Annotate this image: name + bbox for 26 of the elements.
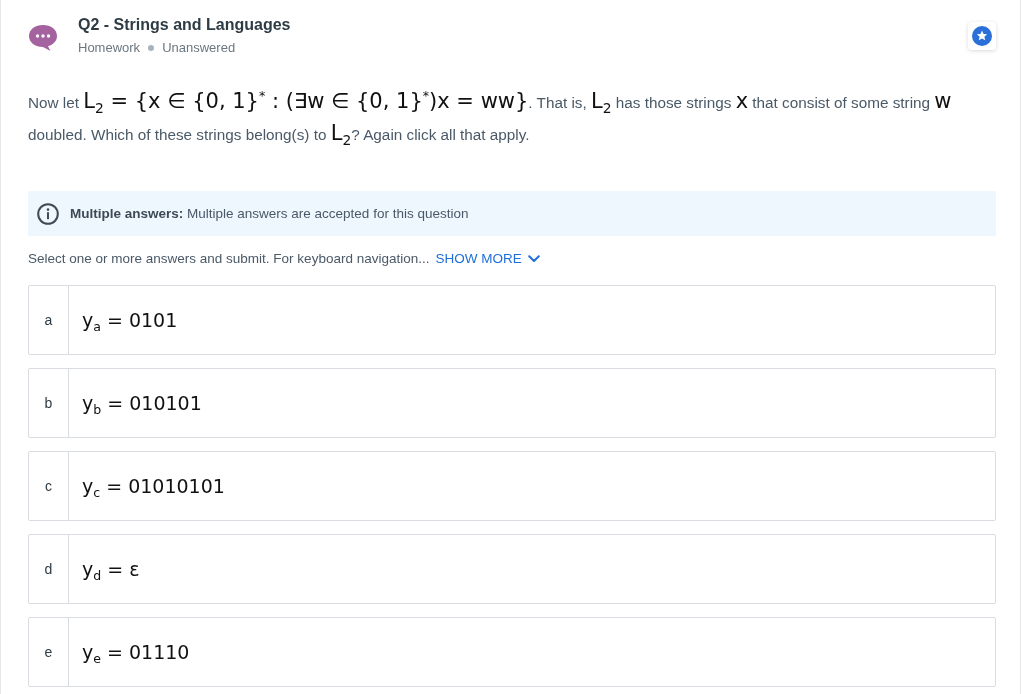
answer-option[interactable]: d y$_{d}$ = ε: [28, 534, 996, 604]
chevron-down-icon: [527, 255, 540, 263]
option-text: y$_{a}$ = 0101: [82, 309, 178, 331]
dot-icon: [148, 45, 155, 51]
option-letter: d: [29, 535, 69, 603]
option-letter: e: [29, 618, 69, 686]
show-more-link[interactable]: SHOW MORE: [435, 249, 540, 269]
option-text: y$_{b}$ = 010101: [82, 392, 202, 414]
option-letter: a: [29, 286, 69, 354]
answer-option[interactable]: c y$_{c}$ = 01010101: [28, 451, 996, 521]
option-text: y$_{d}$ = ε: [82, 558, 140, 580]
option-text: y$_{c}$ = 01010101: [82, 475, 225, 497]
meta-label: Homework: [78, 39, 141, 57]
answer-option[interactable]: a y$_{a}$ = 0101: [28, 285, 996, 355]
answer-option[interactable]: e y$_{e}$ = 01110: [28, 617, 996, 687]
star-button[interactable]: [968, 22, 996, 50]
question-title: Q2 - Strings and Languages: [78, 15, 292, 35]
option-letter: b: [29, 369, 69, 437]
meta-label: Unanswered: [162, 39, 236, 57]
question-text: Now let L$_{2}$ = {x ∈ {0, 1}$^{*}$ : (∃w ∈ {0, 1}$^{*}$)x = ww}. That is, L$_{2}$ has those strings x that consist of some string w doubled. Which of these strings belong(s) to L$_{2}$? Again click all that apply.: [28, 87, 953, 150]
option-letter: c: [29, 452, 69, 520]
answer-option[interactable]: b y$_{b}$ = 010101: [28, 368, 996, 438]
instruction-text: Select one or more answers and submit. For keyboard navigation...: [28, 250, 430, 268]
option-text: y$_{e}$ = 01110: [82, 641, 190, 663]
notice-text: Multiple answers: Multiple answers are accepted for this question: [70, 206, 469, 221]
info-icon: [37, 202, 59, 225]
